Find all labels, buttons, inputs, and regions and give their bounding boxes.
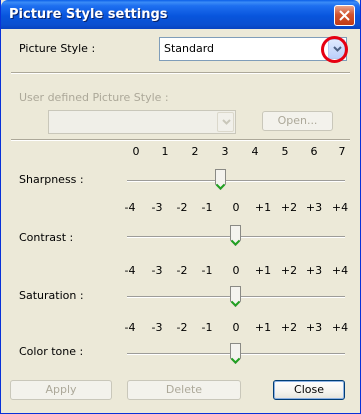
tick-label: 2: [191, 145, 199, 158]
tick-label: 4: [251, 145, 259, 158]
tick-label: 0: [232, 321, 240, 334]
tick-label: -1: [201, 321, 213, 334]
tick-label: -3: [151, 201, 163, 214]
picture-style-value: Standard: [164, 42, 215, 55]
picture-style-settings-window: Picture Style settings Picture Style : S…: [0, 0, 361, 414]
sharpness-slider-thumb[interactable]: [215, 169, 226, 190]
tick-label: -2: [176, 201, 188, 214]
tick-label: +2: [280, 201, 298, 214]
tick-label: -4: [124, 321, 136, 334]
tick-label: -4: [124, 201, 136, 214]
tick-label: 6: [310, 145, 318, 158]
tick-label: 5: [281, 145, 289, 158]
color-tone-slider-thumb[interactable]: [230, 343, 241, 364]
separator: [11, 139, 350, 141]
tick-label: -4: [124, 264, 136, 277]
chevron-down-icon: [222, 119, 231, 125]
picture-style-select[interactable]: Standard: [159, 37, 347, 61]
contrast-slider-thumb[interactable]: [230, 225, 241, 246]
picture-style-label: Picture Style :: [19, 42, 96, 55]
tick-label: +3: [305, 264, 323, 277]
close-button[interactable]: Close: [273, 380, 345, 400]
sharpness-slider-track[interactable]: [127, 180, 345, 182]
tick-label: -3: [151, 321, 163, 334]
tick-label: +4: [331, 201, 349, 214]
color-tone-label: Color tone :: [19, 345, 84, 358]
window-title: Picture Style settings: [9, 7, 168, 22]
separator: [11, 72, 350, 74]
tick-label: +2: [280, 321, 298, 334]
tick-label: 0: [132, 145, 140, 158]
user-defined-style-label: User defined Picture Style :: [19, 91, 169, 104]
tick-label: +1: [254, 264, 272, 277]
user-defined-style-select[interactable]: [48, 110, 236, 134]
title-bar[interactable]: Picture Style settings: [1, 0, 360, 29]
saturation-slider-thumb[interactable]: [230, 286, 241, 307]
tick-label: -3: [151, 264, 163, 277]
tick-label: 0: [232, 201, 240, 214]
open-button[interactable]: Open...: [262, 111, 333, 131]
tick-label: +1: [254, 201, 272, 214]
close-icon: [339, 10, 350, 21]
tick-label: +1: [254, 321, 272, 334]
tick-label: 0: [232, 264, 240, 277]
tick-label: +3: [305, 201, 323, 214]
user-defined-dropdown-button[interactable]: [217, 112, 234, 132]
tick-label: 1: [161, 145, 169, 158]
tick-label: 3: [221, 145, 229, 158]
tick-label: +2: [280, 264, 298, 277]
saturation-label: Saturation :: [19, 289, 84, 302]
tick-label: -2: [176, 321, 188, 334]
tick-label: 7: [338, 145, 346, 158]
tick-label: -1: [201, 201, 213, 214]
sharpness-label: Sharpness :: [19, 173, 84, 186]
tick-label: +4: [331, 321, 349, 334]
window-close-button[interactable]: [334, 5, 355, 26]
apply-button[interactable]: Apply: [10, 380, 112, 400]
highlight-circle: [321, 36, 348, 63]
tick-label: +3: [305, 321, 323, 334]
tick-label: -1: [201, 264, 213, 277]
contrast-label: Contrast :: [19, 231, 74, 244]
delete-button[interactable]: Delete: [127, 380, 241, 400]
tick-label: -2: [176, 264, 188, 277]
tick-label: +4: [331, 264, 349, 277]
